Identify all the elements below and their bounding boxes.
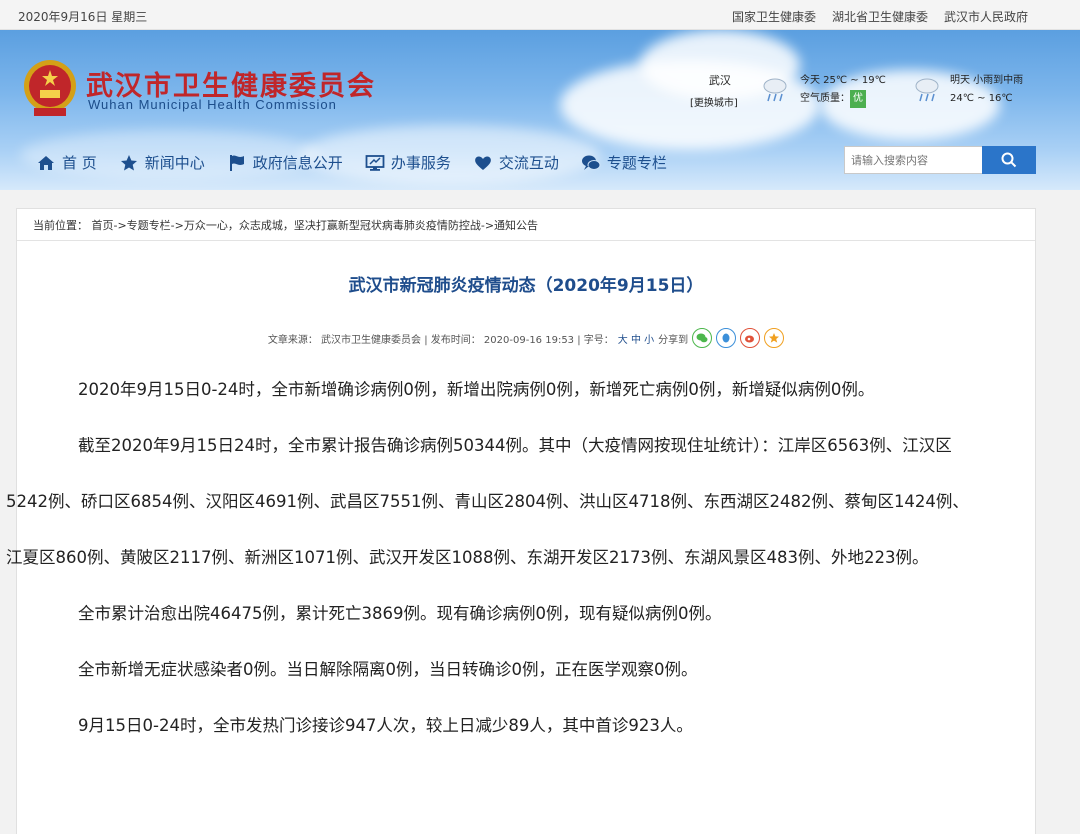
national-emblem-icon — [24, 60, 76, 116]
search-icon — [1001, 152, 1017, 168]
article-body: 2020年9月15日0-24时，全市新增确诊病例0例，新增出院病例0例，新增死亡… — [6, 362, 982, 754]
heart-icon — [474, 155, 491, 170]
wechat-share-icon[interactable] — [692, 328, 713, 348]
nav-news[interactable]: 新闻中心 — [119, 152, 205, 173]
nav-home-label: 首 页 — [62, 154, 97, 172]
qq-share-icon[interactable] — [716, 328, 737, 348]
flag-icon — [229, 154, 244, 171]
site-header: 武汉市卫生健康委员会 Wuhan Municipal Health Commis… — [0, 30, 1080, 190]
star-icon — [120, 154, 137, 170]
article-paragraph: 全市累计治愈出院46475例，累计死亡3869例。现有确诊病例0例，现有疑似病例… — [78, 604, 722, 623]
weather-tomorrow: 明天 小雨到中雨 24℃ ~ 16℃ — [950, 72, 1023, 108]
breadcrumb: 当前位置： 首页->专题专栏->万众一心，众志成城，坚决打赢新型冠状病毒肺炎疫情… — [17, 209, 1035, 241]
article-source-time: 文章来源： 武汉市卫生健康委员会 | 发布时间： 2020-09-16 19:5… — [267, 334, 614, 346]
tomorrow-description: 明天 小雨到中雨 — [950, 75, 1024, 86]
nav-services-label: 办事服务 — [390, 154, 451, 172]
nav-topics[interactable]: 专题专栏 — [581, 152, 667, 173]
monitor-icon — [365, 154, 385, 171]
air-quality: 空气质量：优 — [800, 90, 886, 108]
change-city-link[interactable]: [更换城市] — [690, 94, 738, 109]
today-temperature: 今天 25℃ ~ 19℃ — [800, 75, 886, 86]
tomorrow-temperature: 24℃ ~ 16℃ — [950, 93, 1013, 104]
nav-topics-label: 专题专栏 — [606, 154, 667, 172]
search-input[interactable] — [844, 146, 982, 174]
link-national-health-commission[interactable]: 国家卫生健康委 — [724, 8, 824, 25]
current-date: 2020年9月16日 星期三 — [18, 10, 148, 24]
air-quality-label: 空气质量： — [800, 93, 850, 104]
search-button[interactable] — [982, 146, 1036, 174]
article-paragraph: 截至2020年9月15日24时，全市累计报告确诊病例50344例。其中（大疫情网… — [6, 436, 969, 567]
weibo-share-icon[interactable] — [740, 328, 761, 348]
air-quality-badge: 优 — [850, 90, 866, 108]
city-name: 武汉 — [708, 74, 731, 87]
link-hubei-health-commission[interactable]: 湖北省卫生健康委 — [824, 8, 936, 25]
nav-news-label: 新闻中心 — [144, 154, 205, 172]
nav-interaction[interactable]: 交流互动 — [473, 152, 559, 173]
article-meta: 文章来源： 武汉市卫生健康委员会 | 发布时间： 2020-09-16 19:5… — [17, 328, 1035, 348]
font-size-selector[interactable]: 大 中 小 — [618, 331, 654, 346]
qzone-share-icon[interactable] — [764, 328, 785, 348]
nav-gov-info[interactable]: 政府信息公开 — [227, 152, 343, 173]
article-paragraph: 全市新增无症状感染者0例。当日解除隔离0例，当日转确诊0例，正在医学观察0例。 — [78, 660, 698, 679]
home-icon — [38, 155, 54, 170]
share-label: 分享到 — [658, 334, 689, 346]
article-paragraph: 2020年9月15日0-24时，全市新增确诊病例0例，新增出院病例0例，新增死亡… — [78, 380, 875, 399]
site-title-en: Wuhan Municipal Health Commission — [88, 97, 337, 112]
article-title: 武汉市新冠肺炎疫情动态（2020年9月15日） — [348, 276, 704, 296]
top-bar: 2020年9月16日 星期三 国家卫生健康委 湖北省卫生健康委 武汉市人民政府 — [0, 0, 1080, 30]
search-box — [844, 146, 1036, 174]
nav-home[interactable]: 首 页 — [36, 152, 97, 173]
rain-cloud-icon — [763, 78, 787, 102]
nav-gov-info-label: 政府信息公开 — [252, 154, 343, 172]
chat-icon — [581, 155, 601, 170]
top-links: 国家卫生健康委 湖北省卫生健康委 武汉市人民政府 — [724, 8, 1036, 25]
weather-today: 今天 25℃ ~ 19℃ 空气质量：优 — [800, 72, 886, 108]
nav-services[interactable]: 办事服务 — [365, 152, 451, 173]
weather-city: 武汉 [更换城市] — [690, 72, 738, 109]
rain-cloud-tomorrow-icon — [915, 78, 939, 102]
nav-interaction-label: 交流互动 — [498, 154, 559, 172]
link-wuhan-government[interactable]: 武汉市人民政府 — [936, 8, 1036, 25]
share-icons — [692, 328, 785, 348]
main-nav: 首 页 新闻中心 政府信息公开 办事服务 交流互动 专题专栏 — [36, 152, 689, 173]
article-paragraph: 9月15日0-24时，全市发热门诊接诊947人次，较上日减少89人，其中首诊92… — [78, 716, 693, 735]
